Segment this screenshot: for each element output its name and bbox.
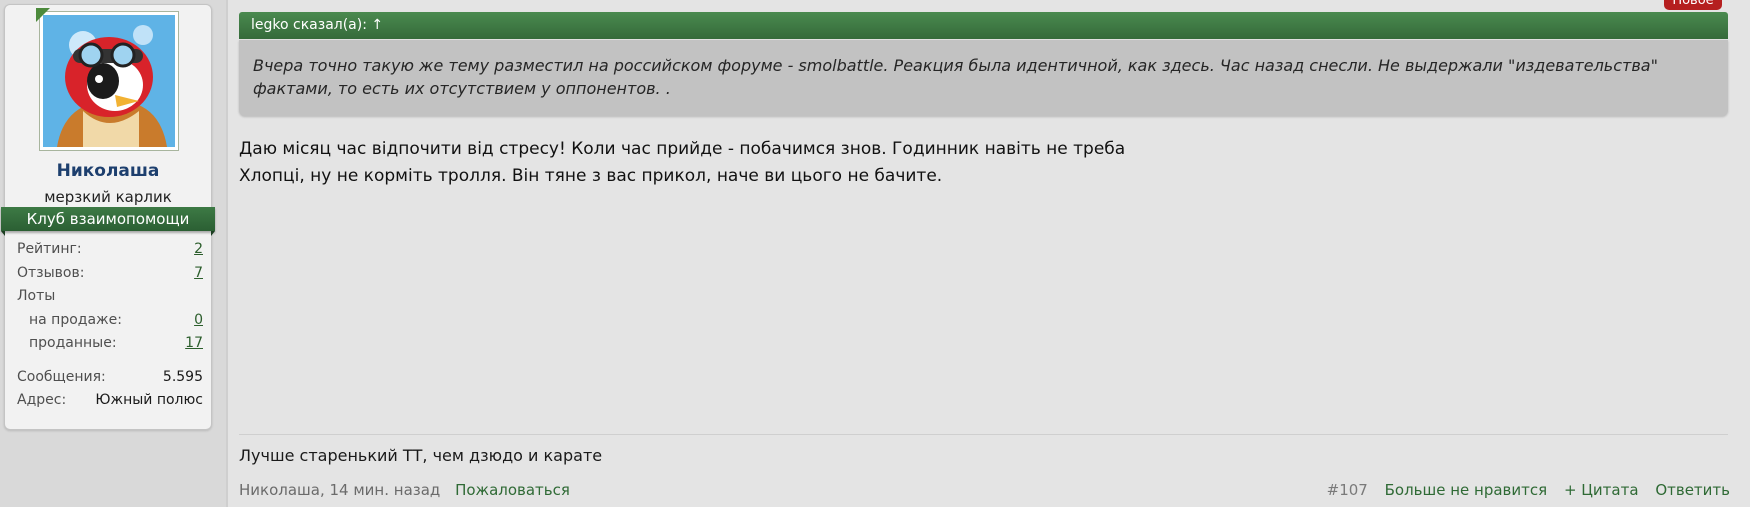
post-number-link[interactable]: #107 — [1327, 481, 1368, 499]
stat-value: Южный полюс — [95, 392, 203, 408]
group-banner: Клуб взаимопомощи — [1, 207, 215, 231]
stat-on-sale: на продаже: 0 — [17, 312, 203, 336]
quote-header[interactable]: legko сказал(а): ↑ — [239, 12, 1728, 39]
stat-rating: Рейтинг: 2 — [17, 241, 203, 265]
stat-label: Рейтинг: — [17, 241, 82, 257]
user-card: Николаша мерзкий карлик Клуб взаимопомощ… — [1, 4, 215, 430]
signature-divider — [239, 434, 1728, 435]
user-info-column: Николаша мерзкий карлик Клуб взаимопомощ… — [0, 0, 227, 507]
stat-reviews: Отзывов: 7 — [17, 265, 203, 289]
message-line: Даю місяц час відпочити від стресу! Коли… — [239, 139, 1126, 159]
stat-label: проданные: — [29, 335, 117, 351]
user-title: мерзкий карлик — [44, 188, 172, 206]
quote-text: Вчера точно такую же тему разместил на р… — [239, 40, 1728, 116]
stat-label: Сообщения: — [17, 368, 106, 385]
stat-address: Адрес: Южный полюс — [17, 392, 203, 416]
post-actions: #107 Больше не нравится + Цитата Ответит… — [1315, 481, 1730, 499]
avatar-image — [43, 15, 175, 147]
author-time-link[interactable]: Николаша, 14 мин. назад — [239, 481, 440, 499]
stat-sold: проданные: 17 — [17, 335, 203, 359]
stat-value-link[interactable]: 7 — [194, 265, 203, 281]
message-text: Даю місяц час відпочити від стресу! Коли… — [239, 136, 1125, 190]
post-meta: Николаша, 14 мин. назад Пожаловаться — [239, 481, 570, 499]
stat-messages: Сообщения: 5.595 — [17, 369, 203, 393]
banner-fold-right — [211, 231, 215, 236]
stat-value-link[interactable]: 0 — [194, 312, 203, 328]
reply-link[interactable]: Ответить — [1655, 481, 1730, 499]
stat-lots-heading: Лоты — [17, 288, 203, 312]
report-link[interactable]: Пожаловаться — [455, 481, 570, 499]
avatar[interactable] — [36, 8, 179, 151]
username[interactable]: Николаша — [5, 161, 211, 181]
stat-value-link[interactable]: 2 — [194, 241, 203, 257]
quote-link[interactable]: + Цитата — [1564, 481, 1639, 499]
unlike-link[interactable]: Больше не нравится — [1385, 481, 1548, 499]
new-badge: Новое — [1664, 0, 1722, 10]
post-body: Новое legko сказал(а): ↑ Вчера точно так… — [239, 0, 1730, 507]
stat-value-link[interactable]: 17 — [185, 335, 203, 351]
user-stats: Рейтинг: 2 Отзывов: 7 Лоты на продаже: 0… — [17, 241, 203, 416]
stat-label: Лоты — [17, 288, 56, 304]
message-line: Хлопці, ну не корміть тролля. Він тяне з… — [239, 166, 943, 186]
stat-label: на продаже: — [29, 311, 122, 328]
banner-fold-left — [1, 231, 5, 236]
stat-value: 5.595 — [162, 368, 203, 385]
stat-label: Адрес: — [17, 392, 67, 408]
stat-label: Отзывов: — [17, 264, 85, 281]
column-divider — [227, 0, 228, 507]
signature: Лучше старенький ТТ, чем дзюдо и карате — [239, 446, 603, 465]
